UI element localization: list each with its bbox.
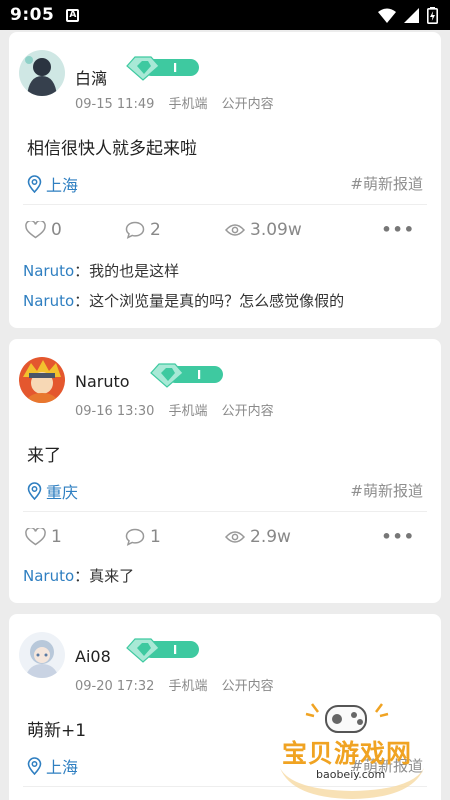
comment-icon <box>125 221 145 239</box>
status-time: 9:05 <box>10 5 55 25</box>
post-visibility: 公开内容 <box>221 97 274 112</box>
more-options-button[interactable]: ••• <box>381 220 415 239</box>
level-badge-icon <box>150 363 223 388</box>
status-bar: 9:05 A <box>0 0 450 30</box>
like-button[interactable]: 0 <box>25 220 62 240</box>
comment-author[interactable]: Naruto <box>23 292 74 310</box>
comment-button[interactable]: 1 <box>125 527 161 547</box>
post-tag[interactable]: #萌新报道 <box>350 173 423 194</box>
post-content: 来了 <box>27 446 61 466</box>
post-card: 白漓 09-15 11:49 手机端 公开内容 相信很快人就多起来啦 上海 #萌… <box>9 32 441 328</box>
watermark-url: baobeiy.com <box>316 768 386 781</box>
divider <box>23 204 427 205</box>
comment-count: 1 <box>150 527 161 547</box>
post-card: Naruto 09-16 13:30 手机端 公开内容 来了 重庆 #萌新报道 … <box>9 339 441 603</box>
wifi-icon <box>378 8 396 23</box>
view-count: 2.9w <box>250 527 291 547</box>
post-device: 手机端 <box>168 404 208 419</box>
post-tag[interactable]: #萌新报道 <box>350 480 423 501</box>
comment-count: 2 <box>150 220 161 240</box>
like-count: 1 <box>51 527 62 547</box>
eye-icon <box>225 224 245 236</box>
comment-text: 这个浏览量是真的吗？怎么感觉像假的 <box>89 292 345 310</box>
username[interactable]: Naruto <box>75 372 130 391</box>
level-badge-icon <box>126 638 199 663</box>
watermark-title: 宝贝游戏网 <box>282 739 413 768</box>
post-device: 手机端 <box>168 97 208 112</box>
comment-icon <box>125 528 145 546</box>
like-button[interactable]: 1 <box>25 527 62 547</box>
post-meta: 09-15 11:49 手机端 公开内容 <box>75 93 284 112</box>
username[interactable]: Ai08 <box>75 647 111 666</box>
view-stat: 2.9w <box>225 527 291 547</box>
comment-author[interactable]: Naruto <box>23 262 74 280</box>
post-date: 09-15 11:49 <box>75 97 155 112</box>
view-count: 3.09w <box>250 220 302 240</box>
location-pin-icon <box>27 757 42 775</box>
location-pin-icon <box>27 175 42 193</box>
post-meta: 09-20 17:32 手机端 公开内容 <box>75 675 284 694</box>
comment-author[interactable]: Naruto <box>23 567 74 585</box>
location-pin-icon <box>27 482 42 500</box>
post-device: 手机端 <box>168 679 208 694</box>
heart-icon <box>25 221 46 239</box>
location-label: 上海 <box>46 176 79 195</box>
comment-text: 我的也是这样 <box>89 262 180 280</box>
notification-icon: A <box>66 8 80 22</box>
like-count: 0 <box>51 220 62 240</box>
post-date: 09-20 17:32 <box>75 679 155 694</box>
post-visibility: 公开内容 <box>221 679 274 694</box>
comment-item: Naruto：这个浏览量是真的吗？怎么感觉像假的 <box>23 292 345 310</box>
post-location[interactable]: 重庆 <box>27 479 78 503</box>
more-options-button[interactable]: ••• <box>381 527 415 546</box>
avatar[interactable] <box>19 632 65 678</box>
post-location[interactable]: 上海 <box>27 172 78 196</box>
heart-icon <box>25 528 46 546</box>
username[interactable]: 白漓 <box>75 65 107 89</box>
post-meta: 09-16 13:30 手机端 公开内容 <box>75 400 284 419</box>
post-content: 萌新+1 <box>27 721 87 741</box>
battery-icon <box>427 6 438 24</box>
divider <box>23 511 427 512</box>
post-date: 09-16 13:30 <box>75 404 155 419</box>
location-label: 上海 <box>46 758 79 777</box>
post-location[interactable]: 上海 <box>27 754 78 778</box>
signal-icon <box>404 7 419 23</box>
comment-button[interactable]: 2 <box>125 220 161 240</box>
view-stat: 3.09w <box>225 220 302 240</box>
post-visibility: 公开内容 <box>221 404 274 419</box>
level-badge-icon <box>126 56 199 81</box>
comment-item: Naruto：真来了 <box>23 567 135 585</box>
comment-item: Naruto：我的也是这样 <box>23 262 180 280</box>
avatar[interactable] <box>19 50 65 96</box>
comment-text: 真来了 <box>89 567 135 585</box>
avatar[interactable] <box>19 357 65 403</box>
post-content: 相信很快人就多起来啦 <box>27 139 197 159</box>
watermark: 宝贝游戏网 baobeiy.com <box>272 698 432 800</box>
eye-icon <box>225 531 245 543</box>
location-label: 重庆 <box>46 483 79 502</box>
